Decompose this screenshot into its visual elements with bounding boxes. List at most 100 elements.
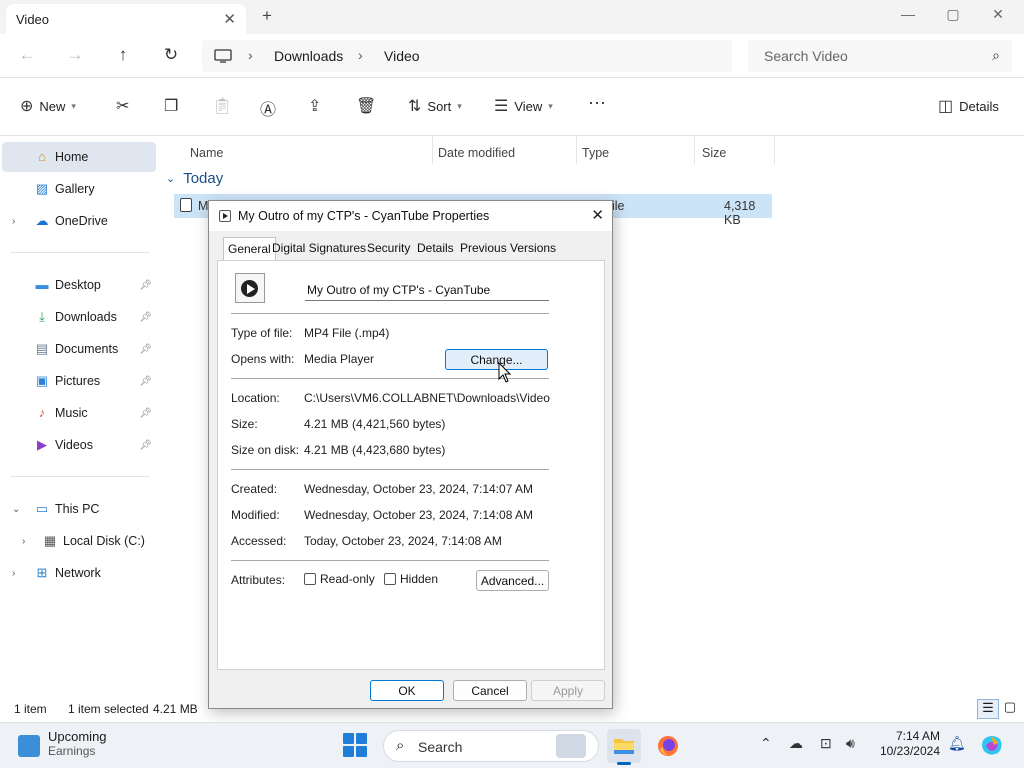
close-button[interactable]: ✕ bbox=[987, 6, 1009, 23]
tab-video[interactable]: Video ✕ bbox=[6, 4, 246, 34]
forward-arrow-icon[interactable]: → bbox=[64, 45, 86, 67]
clock[interactable]: 7:14 AM 10/23/2024 bbox=[880, 729, 940, 759]
view-list-icon: ☰ bbox=[494, 98, 509, 115]
opens-with-value: Media Player bbox=[304, 352, 375, 366]
onedrive-sync-icon[interactable]: ☁ bbox=[789, 735, 803, 752]
cancel-button[interactable]: Cancel bbox=[453, 680, 527, 701]
delete-button[interactable]: 🗑︎ bbox=[356, 96, 376, 116]
chevron-up-icon[interactable]: ⌃ bbox=[760, 735, 772, 752]
address-bar[interactable]: › Downloads › Video bbox=[202, 40, 732, 72]
gallery-icon: ▨ bbox=[35, 181, 49, 196]
details-pane-button[interactable]: ◫ Details bbox=[938, 96, 999, 116]
dialog-title: My Outro of my CTP's - CyanTube Properti… bbox=[238, 209, 490, 223]
notification-bell-icon[interactable]: 🔔︎ bbox=[948, 735, 966, 752]
maximize-button[interactable]: ▢ bbox=[942, 6, 964, 23]
share-button[interactable]: ⇪ bbox=[308, 96, 321, 116]
start-button[interactable] bbox=[343, 733, 367, 757]
view-button[interactable]: ☰ View ▾ bbox=[494, 96, 553, 116]
sidebar-item-videos[interactable]: ▶ Videos 📌︎ bbox=[2, 430, 156, 460]
tiles-view-icon[interactable]: ▢ bbox=[999, 699, 1021, 719]
address-row: ← → ↑ ↻ › Downloads › Video Search Video… bbox=[0, 34, 1024, 78]
sidebar-item-this-pc[interactable]: ⌄ ▭ This PC bbox=[2, 494, 156, 524]
breadcrumb-video[interactable]: Video bbox=[384, 48, 420, 64]
tab-details[interactable]: Details bbox=[417, 241, 454, 255]
change-button[interactable]: Change... bbox=[445, 349, 548, 370]
more-options-button[interactable]: ··· bbox=[588, 92, 606, 113]
widget-title: Upcoming bbox=[48, 729, 107, 744]
column-separator[interactable] bbox=[432, 136, 433, 164]
group-header-today[interactable]: ⌄ Today bbox=[166, 170, 223, 187]
disk-icon: ▦ bbox=[43, 533, 57, 548]
firefox-app[interactable] bbox=[651, 729, 685, 763]
paste-button[interactable]: 📋︎ bbox=[212, 96, 232, 116]
new-tab-button[interactable]: + bbox=[262, 6, 272, 26]
ok-button[interactable]: OK bbox=[370, 680, 444, 701]
minimize-button[interactable]: — bbox=[897, 6, 919, 22]
apply-button[interactable]: Apply bbox=[531, 680, 605, 701]
copilot-app[interactable] bbox=[978, 731, 1006, 759]
dialog-tabs: General Digital Signatures Security Deta… bbox=[217, 237, 605, 261]
column-header-name[interactable]: Name bbox=[190, 140, 223, 164]
advanced-button[interactable]: Advanced... bbox=[476, 570, 549, 591]
sort-button[interactable]: ⇅ Sort ▾ bbox=[408, 96, 462, 116]
chevron-down-icon[interactable]: ⌄ bbox=[12, 504, 22, 515]
sidebar-item-downloads[interactable]: ⤓ Downloads 📌︎ bbox=[2, 302, 156, 332]
sidebar-item-music[interactable]: ♪ Music 📌︎ bbox=[2, 398, 156, 428]
sidebar-item-network[interactable]: › ⊞ Network bbox=[2, 558, 156, 588]
tab-security[interactable]: Security bbox=[367, 241, 410, 255]
sidebar-item-label: Home bbox=[55, 150, 89, 164]
sidebar-item-pictures[interactable]: ▣ Pictures 📌︎ bbox=[2, 366, 156, 396]
tab-previous-versions[interactable]: Previous Versions bbox=[460, 241, 556, 255]
column-separator[interactable] bbox=[694, 136, 695, 164]
column-separator[interactable] bbox=[576, 136, 577, 164]
location-label: Location: bbox=[231, 391, 280, 405]
file-size: 4,318 KB bbox=[724, 199, 756, 227]
pin-icon[interactable]: 📌︎ bbox=[139, 440, 152, 451]
column-separator[interactable] bbox=[774, 136, 775, 164]
sidebar-item-onedrive[interactable]: › ☁ OneDrive bbox=[2, 206, 156, 236]
refresh-icon[interactable]: ↻ bbox=[160, 45, 182, 67]
home-icon: ⌂ bbox=[38, 149, 46, 164]
sidebar-item-gallery[interactable]: ▨ Gallery bbox=[2, 174, 156, 204]
pin-icon[interactable]: 📌︎ bbox=[139, 312, 152, 323]
pin-icon[interactable]: 📌︎ bbox=[139, 376, 152, 387]
file-explorer-app[interactable] bbox=[607, 729, 641, 765]
chevron-right-icon[interactable]: › bbox=[22, 536, 32, 547]
sidebar-item-home[interactable]: ⌂ Home bbox=[2, 142, 156, 172]
tab-general[interactable]: General bbox=[223, 237, 276, 261]
sidebar-item-local-disk[interactable]: › ▦ Local Disk (C:) bbox=[2, 526, 156, 556]
breadcrumb-downloads[interactable]: Downloads bbox=[274, 48, 343, 64]
tab-digital-signatures[interactable]: Digital Signatures bbox=[272, 241, 366, 255]
taskbar-search[interactable]: ⌕ Search bbox=[383, 730, 599, 762]
mouse-cursor-icon bbox=[498, 362, 512, 383]
search-input[interactable]: Search Video ⌕ bbox=[748, 40, 1012, 72]
column-header-size[interactable]: Size bbox=[702, 140, 726, 164]
back-arrow-icon[interactable]: ← bbox=[16, 45, 38, 67]
column-header-date-modified[interactable]: Date modified bbox=[438, 140, 515, 164]
hidden-checkbox[interactable]: Hidden bbox=[384, 572, 438, 586]
sidebar-item-label: Downloads bbox=[55, 310, 117, 324]
copy-button[interactable]: ❐ bbox=[164, 96, 178, 116]
details-view-icon[interactable]: ☰ bbox=[977, 699, 999, 719]
widgets-button[interactable]: Upcoming Earnings bbox=[18, 729, 107, 758]
volume-icon[interactable]: 🔊︎ bbox=[846, 735, 855, 752]
rename-button[interactable]: Ⓐ bbox=[260, 96, 276, 120]
sidebar-item-documents[interactable]: ▤ Documents 📌︎ bbox=[2, 334, 156, 364]
up-arrow-icon[interactable]: ↑ bbox=[112, 45, 134, 67]
new-button[interactable]: ⊕ New ▾ bbox=[20, 96, 76, 116]
column-header-type[interactable]: Type bbox=[582, 140, 609, 164]
chevron-right-icon[interactable]: › bbox=[12, 568, 22, 579]
network-status-icon[interactable]: ⊡ bbox=[820, 735, 832, 752]
pin-icon[interactable]: 📌︎ bbox=[139, 280, 152, 291]
pin-icon[interactable]: 📌︎ bbox=[139, 344, 152, 355]
pin-icon[interactable]: 📌︎ bbox=[139, 408, 152, 419]
read-only-checkbox[interactable]: Read-only bbox=[304, 572, 375, 586]
chevron-right-icon[interactable]: › bbox=[12, 216, 22, 227]
sidebar-item-desktop[interactable]: ▬ Desktop 📌︎ bbox=[2, 270, 156, 300]
file-name-field[interactable] bbox=[305, 279, 549, 301]
dialog-close-icon[interactable]: ✕ bbox=[591, 206, 604, 224]
divider bbox=[231, 560, 549, 561]
cut-button[interactable]: ✂ bbox=[116, 96, 129, 116]
tab-close-icon[interactable]: ✕ bbox=[223, 10, 236, 28]
search-highlight-image bbox=[556, 734, 586, 758]
